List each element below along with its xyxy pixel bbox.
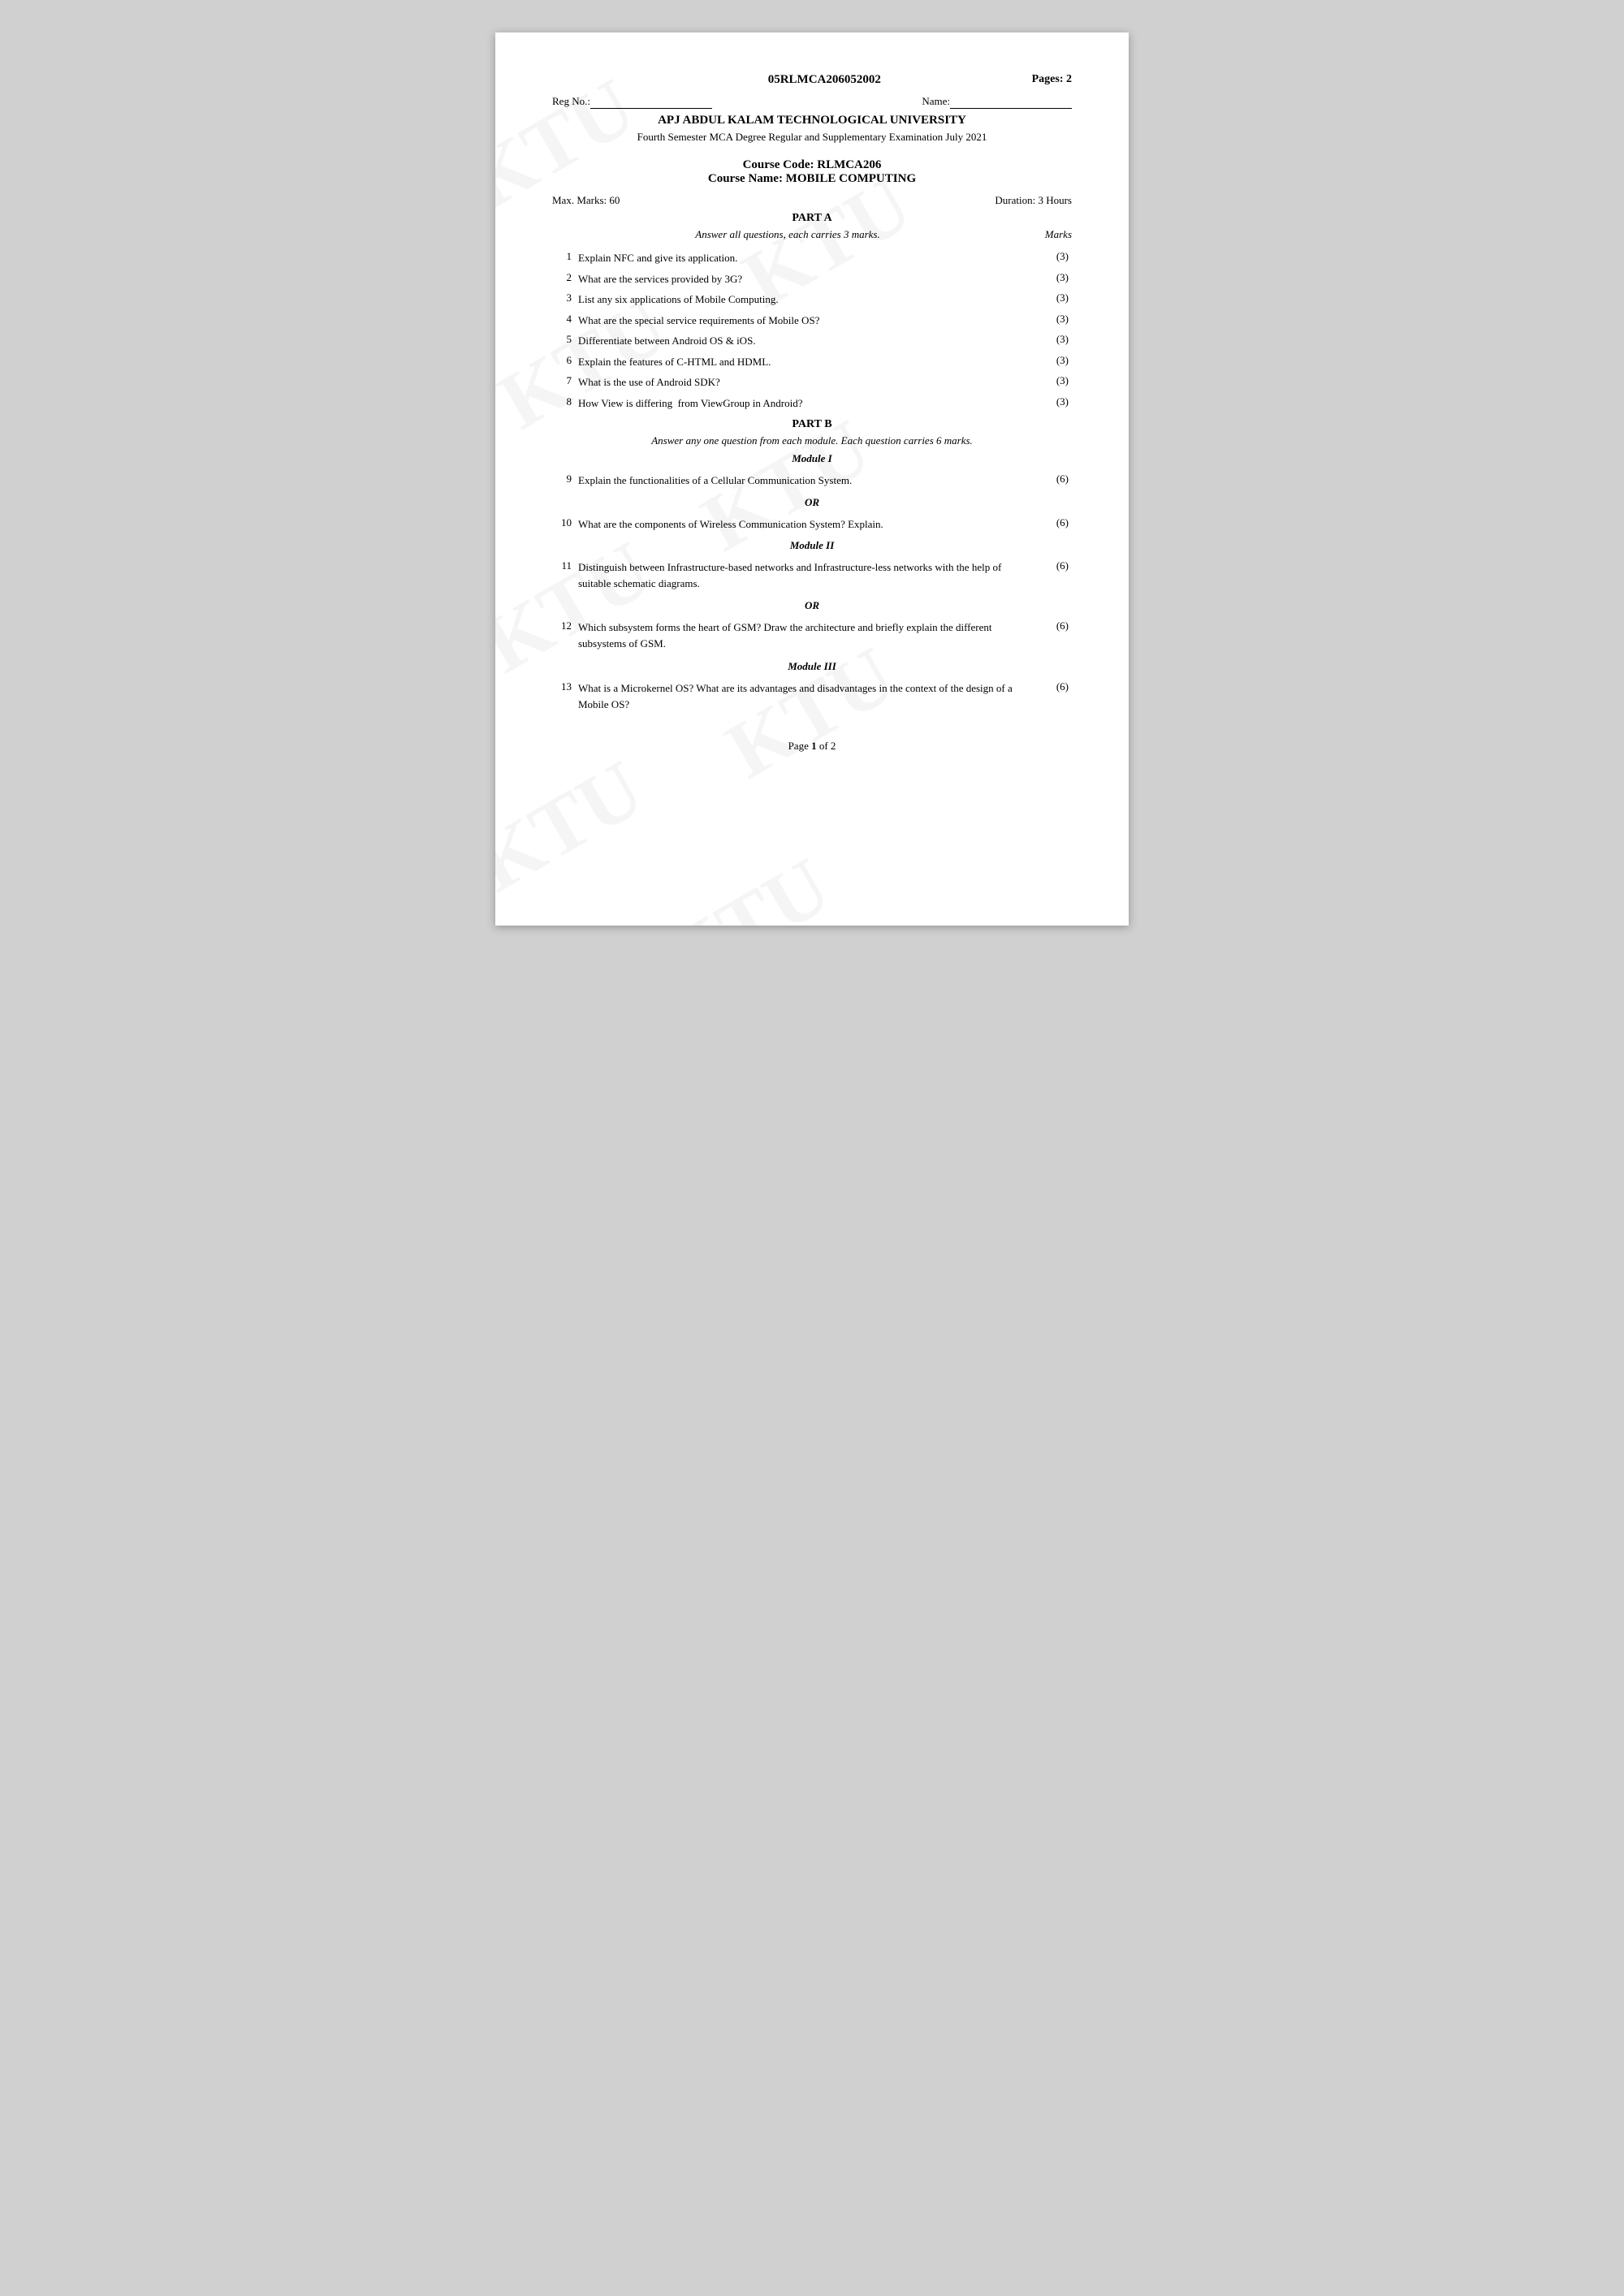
reg-name-row: Reg No.: Name: xyxy=(552,95,1072,109)
table-row: 9 Explain the functionalities of a Cellu… xyxy=(552,470,1072,491)
module-2-title: Module II xyxy=(552,539,1072,552)
q-num-2: 2 xyxy=(552,269,575,290)
module-3-questions: 13 What is a Microkernel OS? What are it… xyxy=(552,678,1072,715)
watermark-8: KTU xyxy=(646,839,845,926)
course-section: Course Code: RLMCA206 Course Name: MOBIL… xyxy=(552,158,1072,186)
q-text-12: Which subsystem forms the heart of GSM? … xyxy=(575,617,1031,654)
q-text-6: Explain the features of C-HTML and HDML. xyxy=(575,352,1031,373)
table-row: 6 Explain the features of C-HTML and HDM… xyxy=(552,352,1072,373)
marks-col-header: Marks xyxy=(1023,228,1072,241)
name-field: Name: xyxy=(922,95,1072,109)
q-text-10: What are the components of Wireless Comm… xyxy=(575,514,1031,535)
module-1-questions: 9 Explain the functionalities of a Cellu… xyxy=(552,470,1072,491)
q-text-5: Differentiate between Android OS & iOS. xyxy=(575,330,1031,352)
table-row: 5 Differentiate between Android OS & iOS… xyxy=(552,330,1072,352)
q-text-9: Explain the functionalities of a Cellula… xyxy=(575,470,1031,491)
q-marks-6: (3) xyxy=(1031,352,1072,373)
page-number: Page 1 of 2 xyxy=(552,740,1072,753)
part-a-instruction: Answer all questions, each carries 3 mar… xyxy=(552,228,1072,241)
exam-subtitle: Fourth Semester MCA Degree Regular and S… xyxy=(552,131,1072,144)
exam-code: 05RLMCA206052002 xyxy=(617,73,1032,87)
q-marks-4: (3) xyxy=(1031,310,1072,331)
part-b-instruction: Answer any one question from each module… xyxy=(552,434,1072,447)
reg-field: Reg No.: xyxy=(552,95,712,109)
q-num-6: 6 xyxy=(552,352,575,373)
table-row: 13 What is a Microkernel OS? What are it… xyxy=(552,678,1072,715)
part-b-title: PART B xyxy=(552,418,1072,431)
watermark-7: KTU xyxy=(495,742,659,911)
q-marks-1: (3) xyxy=(1031,248,1072,269)
q-num-12: 12 xyxy=(552,617,575,654)
q-text-4: What are the special service requirement… xyxy=(575,310,1031,331)
module-1-or-questions: 10 What are the components of Wireless C… xyxy=(552,514,1072,535)
q-marks-2: (3) xyxy=(1031,269,1072,290)
course-name: Course Name: MOBILE COMPUTING xyxy=(552,172,1072,186)
q-marks-13: (6) xyxy=(1031,678,1072,715)
table-row: 11 Distinguish between Infrastructure-ba… xyxy=(552,557,1072,594)
table-row: 1 Explain NFC and give its application. … xyxy=(552,248,1072,269)
q-num-7: 7 xyxy=(552,372,575,393)
q-num-3: 3 xyxy=(552,289,575,310)
table-row: 3 List any six applications of Mobile Co… xyxy=(552,289,1072,310)
marks-duration-row: Max. Marks: 60 Duration: 3 Hours xyxy=(552,194,1072,207)
course-code: Course Code: RLMCA206 xyxy=(552,158,1072,172)
q-text-2: What are the services provided by 3G? xyxy=(575,269,1031,290)
table-row: 4 What are the special service requireme… xyxy=(552,310,1072,331)
q-marks-11: (6) xyxy=(1031,557,1072,594)
table-row: 2 What are the services provided by 3G? … xyxy=(552,269,1072,290)
q-text-3: List any six applications of Mobile Comp… xyxy=(575,289,1031,310)
q-num-5: 5 xyxy=(552,330,575,352)
q-num-8: 8 xyxy=(552,393,575,414)
q-text-1: Explain NFC and give its application. xyxy=(575,248,1031,269)
table-row: 8 How View is differing from ViewGroup i… xyxy=(552,393,1072,414)
table-row: 12 Which subsystem forms the heart of GS… xyxy=(552,617,1072,654)
or-2: OR xyxy=(552,599,1072,612)
max-marks: Max. Marks: 60 xyxy=(552,194,620,207)
q-marks-7: (3) xyxy=(1031,372,1072,393)
q-marks-8: (3) xyxy=(1031,393,1072,414)
part-a-title: PART A xyxy=(552,212,1072,225)
module-2-or-questions: 12 Which subsystem forms the heart of GS… xyxy=(552,617,1072,654)
q-text-8: How View is differing from ViewGroup in … xyxy=(575,393,1031,414)
name-underline xyxy=(950,95,1072,109)
module-3-title: Module III xyxy=(552,660,1072,673)
reg-underline xyxy=(590,95,712,109)
part-a-instruction-text: Answer all questions, each carries 3 mar… xyxy=(552,228,1023,241)
q-num-11: 11 xyxy=(552,557,575,594)
table-row: 10 What are the components of Wireless C… xyxy=(552,514,1072,535)
q-marks-9: (6) xyxy=(1031,470,1072,491)
q-num-4: 4 xyxy=(552,310,575,331)
q-num-13: 13 xyxy=(552,678,575,715)
q-num-1: 1 xyxy=(552,248,575,269)
q-marks-10: (6) xyxy=(1031,514,1072,535)
table-row: 7 What is the use of Android SDK? (3) xyxy=(552,372,1072,393)
university-name: APJ ABDUL KALAM TECHNOLOGICAL UNIVERSITY xyxy=(552,114,1072,127)
q-marks-3: (3) xyxy=(1031,289,1072,310)
q-marks-5: (3) xyxy=(1031,330,1072,352)
q-marks-12: (6) xyxy=(1031,617,1072,654)
q-text-13: What is a Microkernel OS? What are its a… xyxy=(575,678,1031,715)
header-top: 05RLMCA206052002 Pages: 2 xyxy=(552,73,1072,87)
q-num-9: 9 xyxy=(552,470,575,491)
or-1: OR xyxy=(552,496,1072,509)
pages-label: Pages: 2 xyxy=(1032,73,1072,86)
module-1-title: Module I xyxy=(552,452,1072,465)
page-current: 1 xyxy=(811,740,817,752)
exam-paper: KTU KTU KTU KTU KTU KTU KTU KTU 05RLMCA2… xyxy=(495,32,1129,926)
page-content: 05RLMCA206052002 Pages: 2 Reg No.: Name:… xyxy=(552,73,1072,753)
q-text-7: What is the use of Android SDK? xyxy=(575,372,1031,393)
module-2-questions: 11 Distinguish between Infrastructure-ba… xyxy=(552,557,1072,594)
q-num-10: 10 xyxy=(552,514,575,535)
duration: Duration: 3 Hours xyxy=(995,194,1072,207)
part-a-questions: 1 Explain NFC and give its application. … xyxy=(552,248,1072,413)
q-text-11: Distinguish between Infrastructure-based… xyxy=(575,557,1031,594)
